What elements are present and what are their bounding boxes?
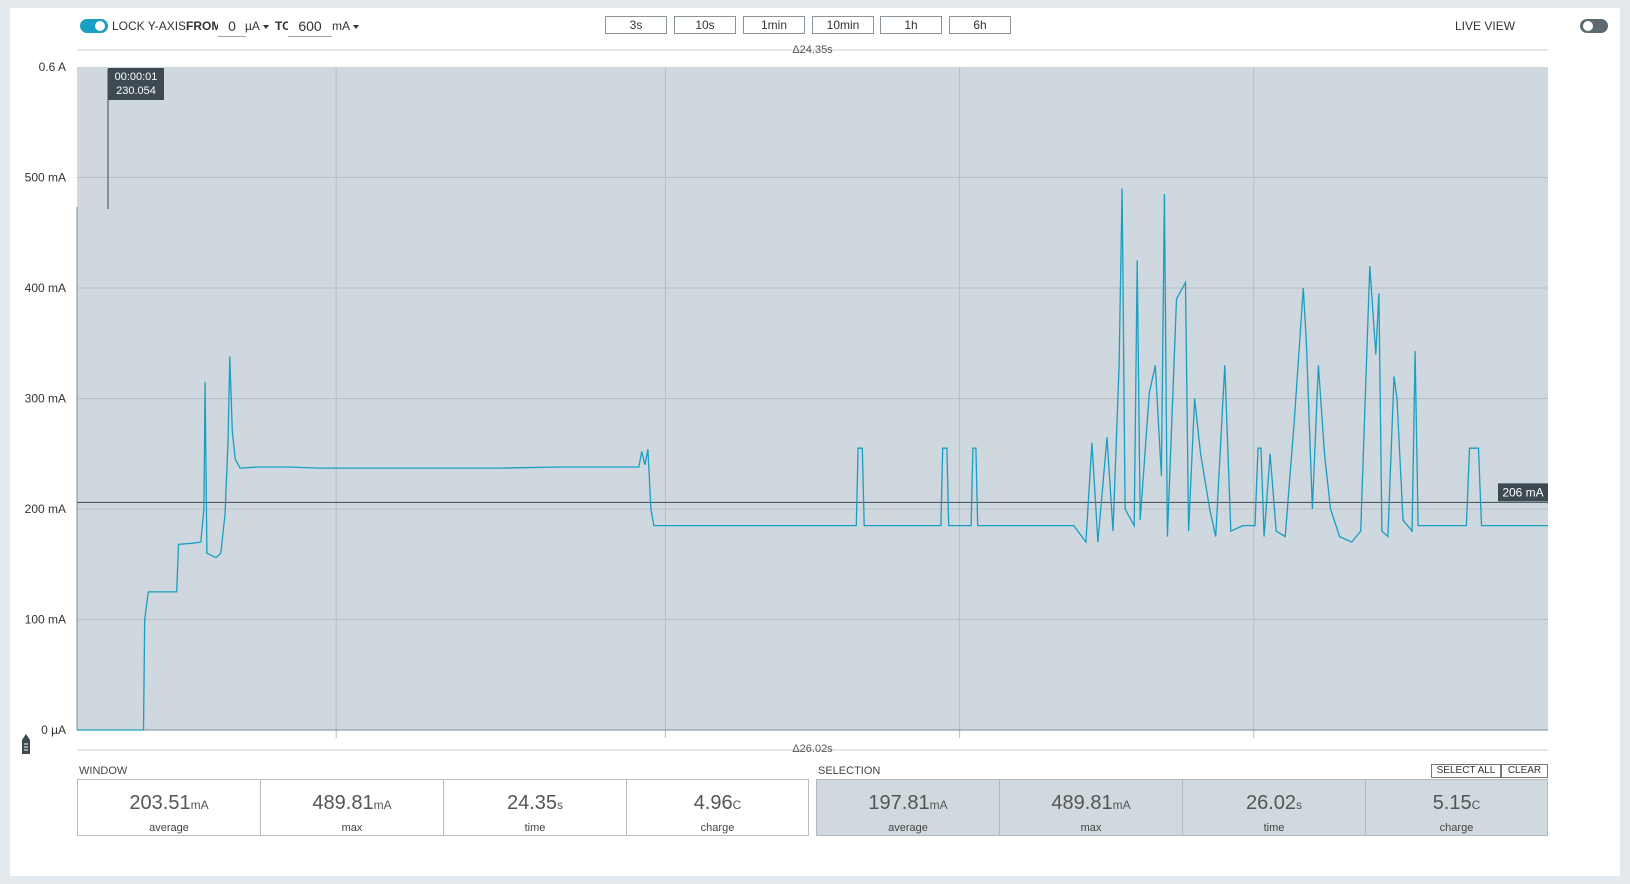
stat-label: max xyxy=(341,822,363,834)
lock-y-axis-label: LOCK Y-AXIS xyxy=(112,19,187,33)
stat-value: 197.81mA xyxy=(868,792,948,814)
window-time-stat: 24.35s time xyxy=(443,779,627,836)
stat-value: 5.15C xyxy=(1432,792,1481,814)
y-tick-label: 400 mA xyxy=(25,281,66,295)
marker-icon[interactable] xyxy=(20,732,32,756)
y-axis-to-input[interactable] xyxy=(288,16,332,37)
to-unit-label: mA xyxy=(332,19,350,33)
window-10min-button[interactable]: 10min xyxy=(812,16,874,34)
stat-value: 203.51mA xyxy=(129,792,209,814)
stat-value: 24.35s xyxy=(506,792,564,814)
window-charge-stat: 4.96C charge xyxy=(626,779,809,836)
stat-label: time xyxy=(524,822,546,834)
y-tick-label: 0 µA xyxy=(41,723,66,737)
y-tick-label: 500 mA xyxy=(25,171,66,185)
cursor-time-label: 00:00:01 xyxy=(115,71,158,83)
current-chart[interactable]: Δ24.35s Δ26.02s 0 µA 100 mA 200 mA 300 mA 400 … xyxy=(10,44,1620,769)
lock-y-axis-toggle[interactable] xyxy=(80,19,108,33)
selection-stats-label: SELECTION xyxy=(818,765,881,777)
window-span-label: Δ24.35s xyxy=(792,44,833,56)
stat-label: charge xyxy=(700,822,735,834)
stat-value: 26.02s xyxy=(1245,792,1303,814)
toggle-knob xyxy=(1583,21,1593,31)
stat-label: charge xyxy=(1439,822,1474,834)
stat-value: 4.96C xyxy=(693,792,742,814)
to-unit-dropdown[interactable]: mA xyxy=(332,19,359,33)
window-average-stat: 203.51mA average xyxy=(77,779,261,836)
select-all-button[interactable]: SELECT ALL xyxy=(1431,764,1501,778)
chevron-down-icon xyxy=(353,24,359,29)
y-tick-label: 100 mA xyxy=(25,613,66,627)
selection-span-label: Δ26.02s xyxy=(792,743,833,755)
window-3s-button[interactable]: 3s xyxy=(605,16,667,34)
window-6h-button[interactable]: 6h xyxy=(949,16,1011,34)
from-label: FROM xyxy=(186,19,222,33)
stat-label: max xyxy=(1080,822,1102,834)
live-view-label: LIVE VIEW xyxy=(1455,19,1516,33)
stat-value: 489.81mA xyxy=(312,792,392,814)
window-1min-button[interactable]: 1min xyxy=(743,16,805,34)
selection-average-stat: 197.81mA average xyxy=(816,779,1000,836)
window-stats-label: WINDOW xyxy=(79,765,128,777)
window-10s-button[interactable]: 10s xyxy=(674,16,736,34)
y-tick-label: 0.6 A xyxy=(39,60,66,74)
y-axis-from-input[interactable] xyxy=(218,16,246,37)
y-tick-label: 300 mA xyxy=(25,392,66,406)
average-line-label: 206 mA xyxy=(1502,485,1543,499)
stat-label: average xyxy=(888,822,928,834)
stat-label: average xyxy=(149,822,189,834)
live-view-toggle[interactable] xyxy=(1580,19,1608,33)
chart-toolbar: LOCK Y-AXIS FROM µA TO mA 3s 10s 1min 10… xyxy=(10,8,1620,44)
chart-svg[interactable]: Δ24.35s Δ26.02s 0 µA 100 mA 200 mA 300 mA 400 … xyxy=(10,44,1620,769)
stat-label: time xyxy=(1263,822,1285,834)
y-tick-label: 200 mA xyxy=(25,502,66,516)
from-unit-dropdown[interactable]: µA xyxy=(245,19,269,33)
from-unit-label: µA xyxy=(245,19,260,33)
window-max-stat: 489.81mA max xyxy=(260,779,444,836)
toggle-knob xyxy=(95,21,105,31)
stat-value: 489.81mA xyxy=(1051,792,1131,814)
selection-charge-stat: 5.15C charge xyxy=(1365,779,1548,836)
cursor-value-label: 230.054 xyxy=(116,85,156,97)
selection-max-stat: 489.81mA max xyxy=(999,779,1183,836)
chevron-down-icon xyxy=(262,24,269,29)
window-1h-button[interactable]: 1h xyxy=(880,16,942,34)
power-profiler-panel: LOCK Y-AXIS FROM µA TO mA 3s 10s 1min 10… xyxy=(10,8,1620,876)
clear-selection-button[interactable]: CLEAR xyxy=(1501,764,1548,778)
selection-time-stat: 26.02s time xyxy=(1182,779,1366,836)
